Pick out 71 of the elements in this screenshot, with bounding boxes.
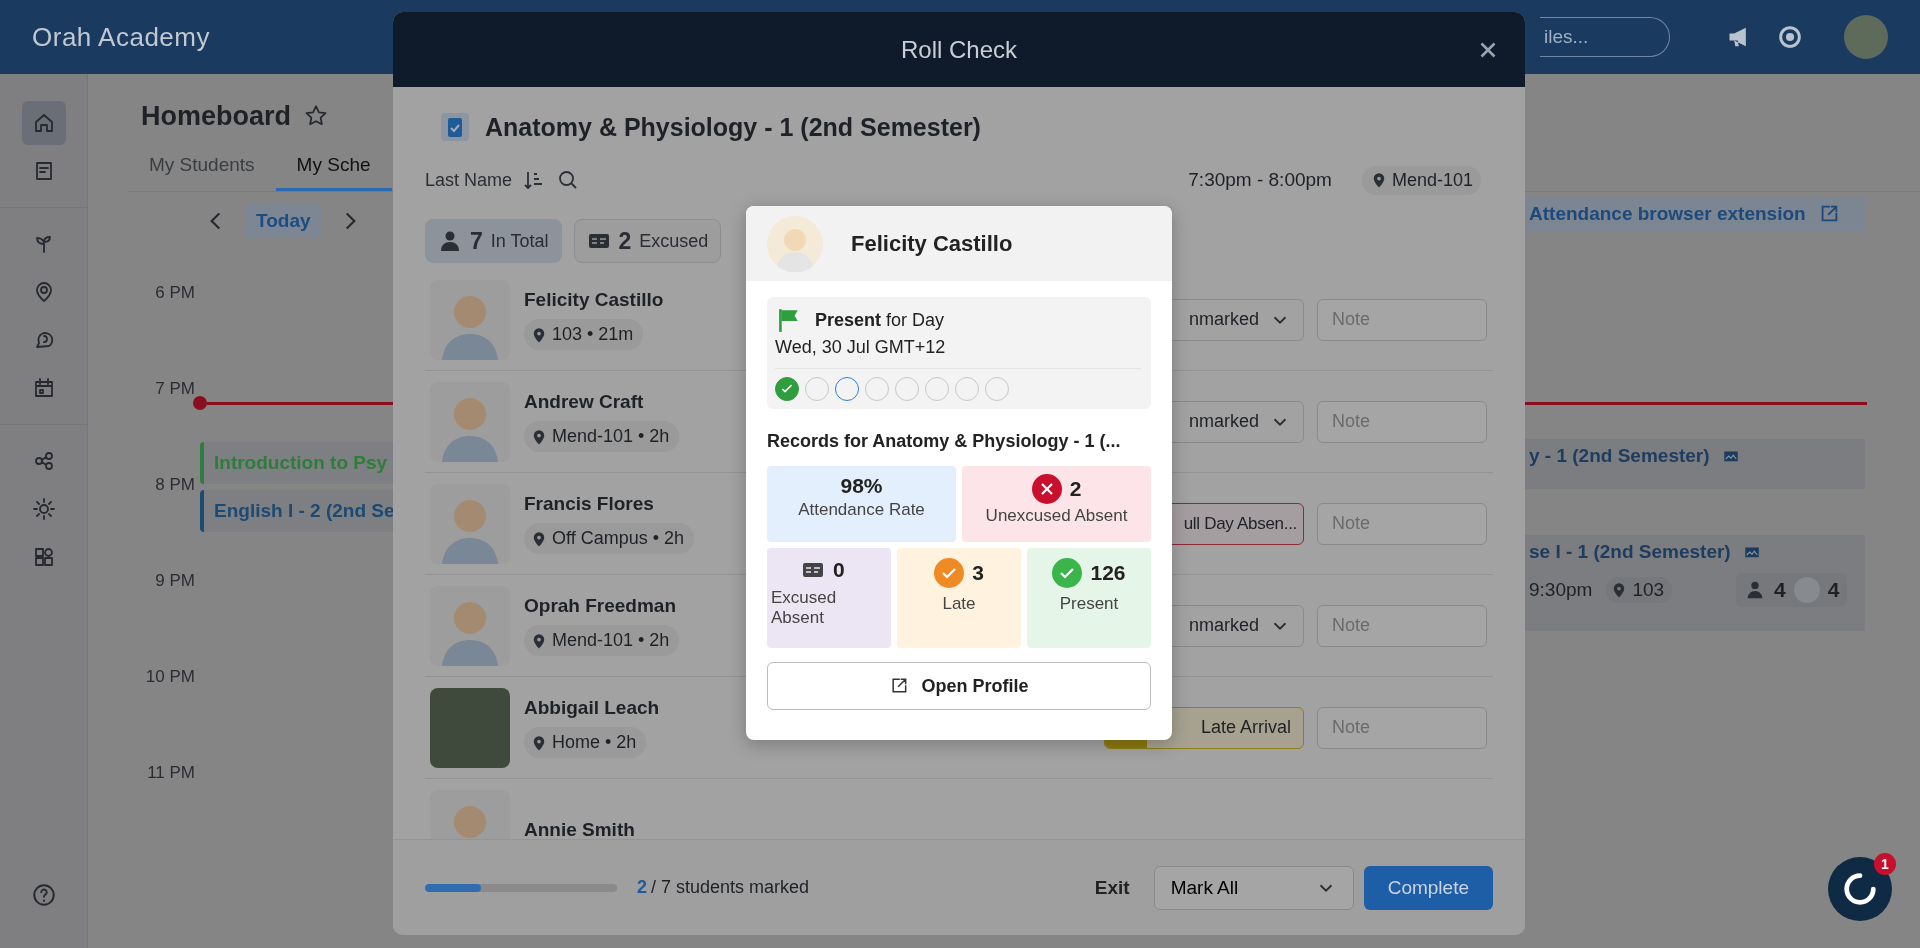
- filter-chip[interactable]: 2 Excused: [573, 219, 722, 263]
- event-time: 9:30pm: [1529, 579, 1593, 601]
- avatar-silhouette: [767, 215, 823, 272]
- student-count-chip: 4 4: [1736, 573, 1848, 607]
- student-name: Annie Smith: [524, 818, 635, 839]
- day-status: Present for Day: [815, 309, 945, 331]
- hour-label: 9 PM: [154, 571, 195, 591]
- exit-button[interactable]: Exit: [1088, 875, 1136, 900]
- stat-value: 126: [1090, 561, 1126, 585]
- student-name: Francis Flores: [524, 493, 654, 515]
- location-chip: Mend-101 • 2h: [524, 421, 680, 452]
- stat-label: Excused Absent: [771, 588, 838, 628]
- location-chip: Mend-101 • 2h: [524, 625, 680, 656]
- class-icon: [439, 111, 471, 143]
- person-icon: [438, 229, 462, 253]
- complete-button[interactable]: Complete: [1363, 865, 1493, 910]
- sort-label[interactable]: Last Name: [425, 169, 513, 191]
- date-text: Wed, 30 Jul GMT+12: [775, 337, 947, 358]
- settings-icon: [31, 497, 56, 521]
- location-chip: Home • 2h: [524, 727, 647, 758]
- hour-label: 8 PM: [154, 475, 195, 495]
- note-field[interactable]: Note: [1317, 298, 1487, 341]
- event-title: y - 1 (2nd Semester): [1529, 445, 1710, 467]
- check-circle-icon: [934, 558, 965, 588]
- hour-label: 11 PM: [146, 763, 195, 783]
- hour-label: 7 PM: [154, 379, 195, 399]
- note-field[interactable]: Note: [1317, 604, 1487, 647]
- room-chip: Mend-101: [1361, 165, 1481, 195]
- open-profile-button[interactable]: Open Profile: [767, 662, 1151, 710]
- hour-label: 10 PM: [144, 667, 195, 687]
- student-name: Andrew Craft: [524, 391, 644, 413]
- note-field[interactable]: Note: [1317, 400, 1487, 443]
- app-title: Orah Academy: [32, 21, 210, 53]
- dialog-title: Roll Check: [900, 35, 1017, 64]
- note-field[interactable]: Note: [1317, 502, 1487, 545]
- sidebar-item[interactable]: [21, 101, 66, 145]
- calendar-event[interactable]: se I - 1 (2nd Semester) 9:30pm 103 4 4: [1525, 535, 1865, 631]
- search-field[interactable]: iles...: [1540, 17, 1670, 57]
- note-field[interactable]: Note: [1317, 706, 1487, 749]
- calendar-event[interactable]: y - 1 (2nd Semester): [1525, 439, 1865, 489]
- filter-chip[interactable]: 7 In Total: [425, 219, 562, 263]
- stat-label: Attendance Rate: [798, 500, 925, 520]
- room-chip: 103: [1606, 577, 1673, 603]
- progress-text: 2 / 7 students marked: [637, 877, 810, 898]
- page-title: Homeboard: [141, 100, 292, 132]
- event-title: se I - 1 (2nd Semester): [1529, 541, 1731, 563]
- location-chip: 103 • 21m: [524, 319, 644, 350]
- student-name: Abbigail Leach: [524, 697, 660, 719]
- stat-value: 0: [833, 558, 845, 582]
- mark-all-dropdown[interactable]: Mark All: [1153, 865, 1354, 910]
- help-icon[interactable]: [30, 882, 57, 908]
- class-title: Anatomy & Physiology - 1 (2nd Semester): [485, 112, 981, 142]
- session-marker[interactable]: [775, 377, 799, 401]
- hour-label: 6 PM: [154, 283, 195, 303]
- stat-value: 2: [1069, 477, 1082, 501]
- location-chip: Off Campus • 2h: [524, 523, 695, 554]
- stat-value: 3: [972, 561, 984, 585]
- user-avatar[interactable]: [1844, 15, 1888, 59]
- chat-icon: [1841, 870, 1879, 908]
- session-time: 7:30pm - 8:00pm: [1188, 169, 1332, 191]
- tab[interactable]: My Students: [128, 146, 276, 191]
- student-name: Felicity Castillo: [851, 230, 1013, 257]
- stat-value: 98%: [840, 474, 883, 498]
- cross-circle-icon: [1031, 474, 1062, 504]
- check-circle-icon: [1052, 558, 1083, 588]
- link-text: Attendance browser extension: [1529, 203, 1806, 225]
- target-icon[interactable]: [1776, 23, 1804, 51]
- student-name: Felicity Castillo: [524, 289, 664, 311]
- student-name: Oprah Freedman: [524, 595, 677, 617]
- notification-badge: 1: [1874, 853, 1896, 875]
- stat-label: Late: [942, 594, 976, 614]
